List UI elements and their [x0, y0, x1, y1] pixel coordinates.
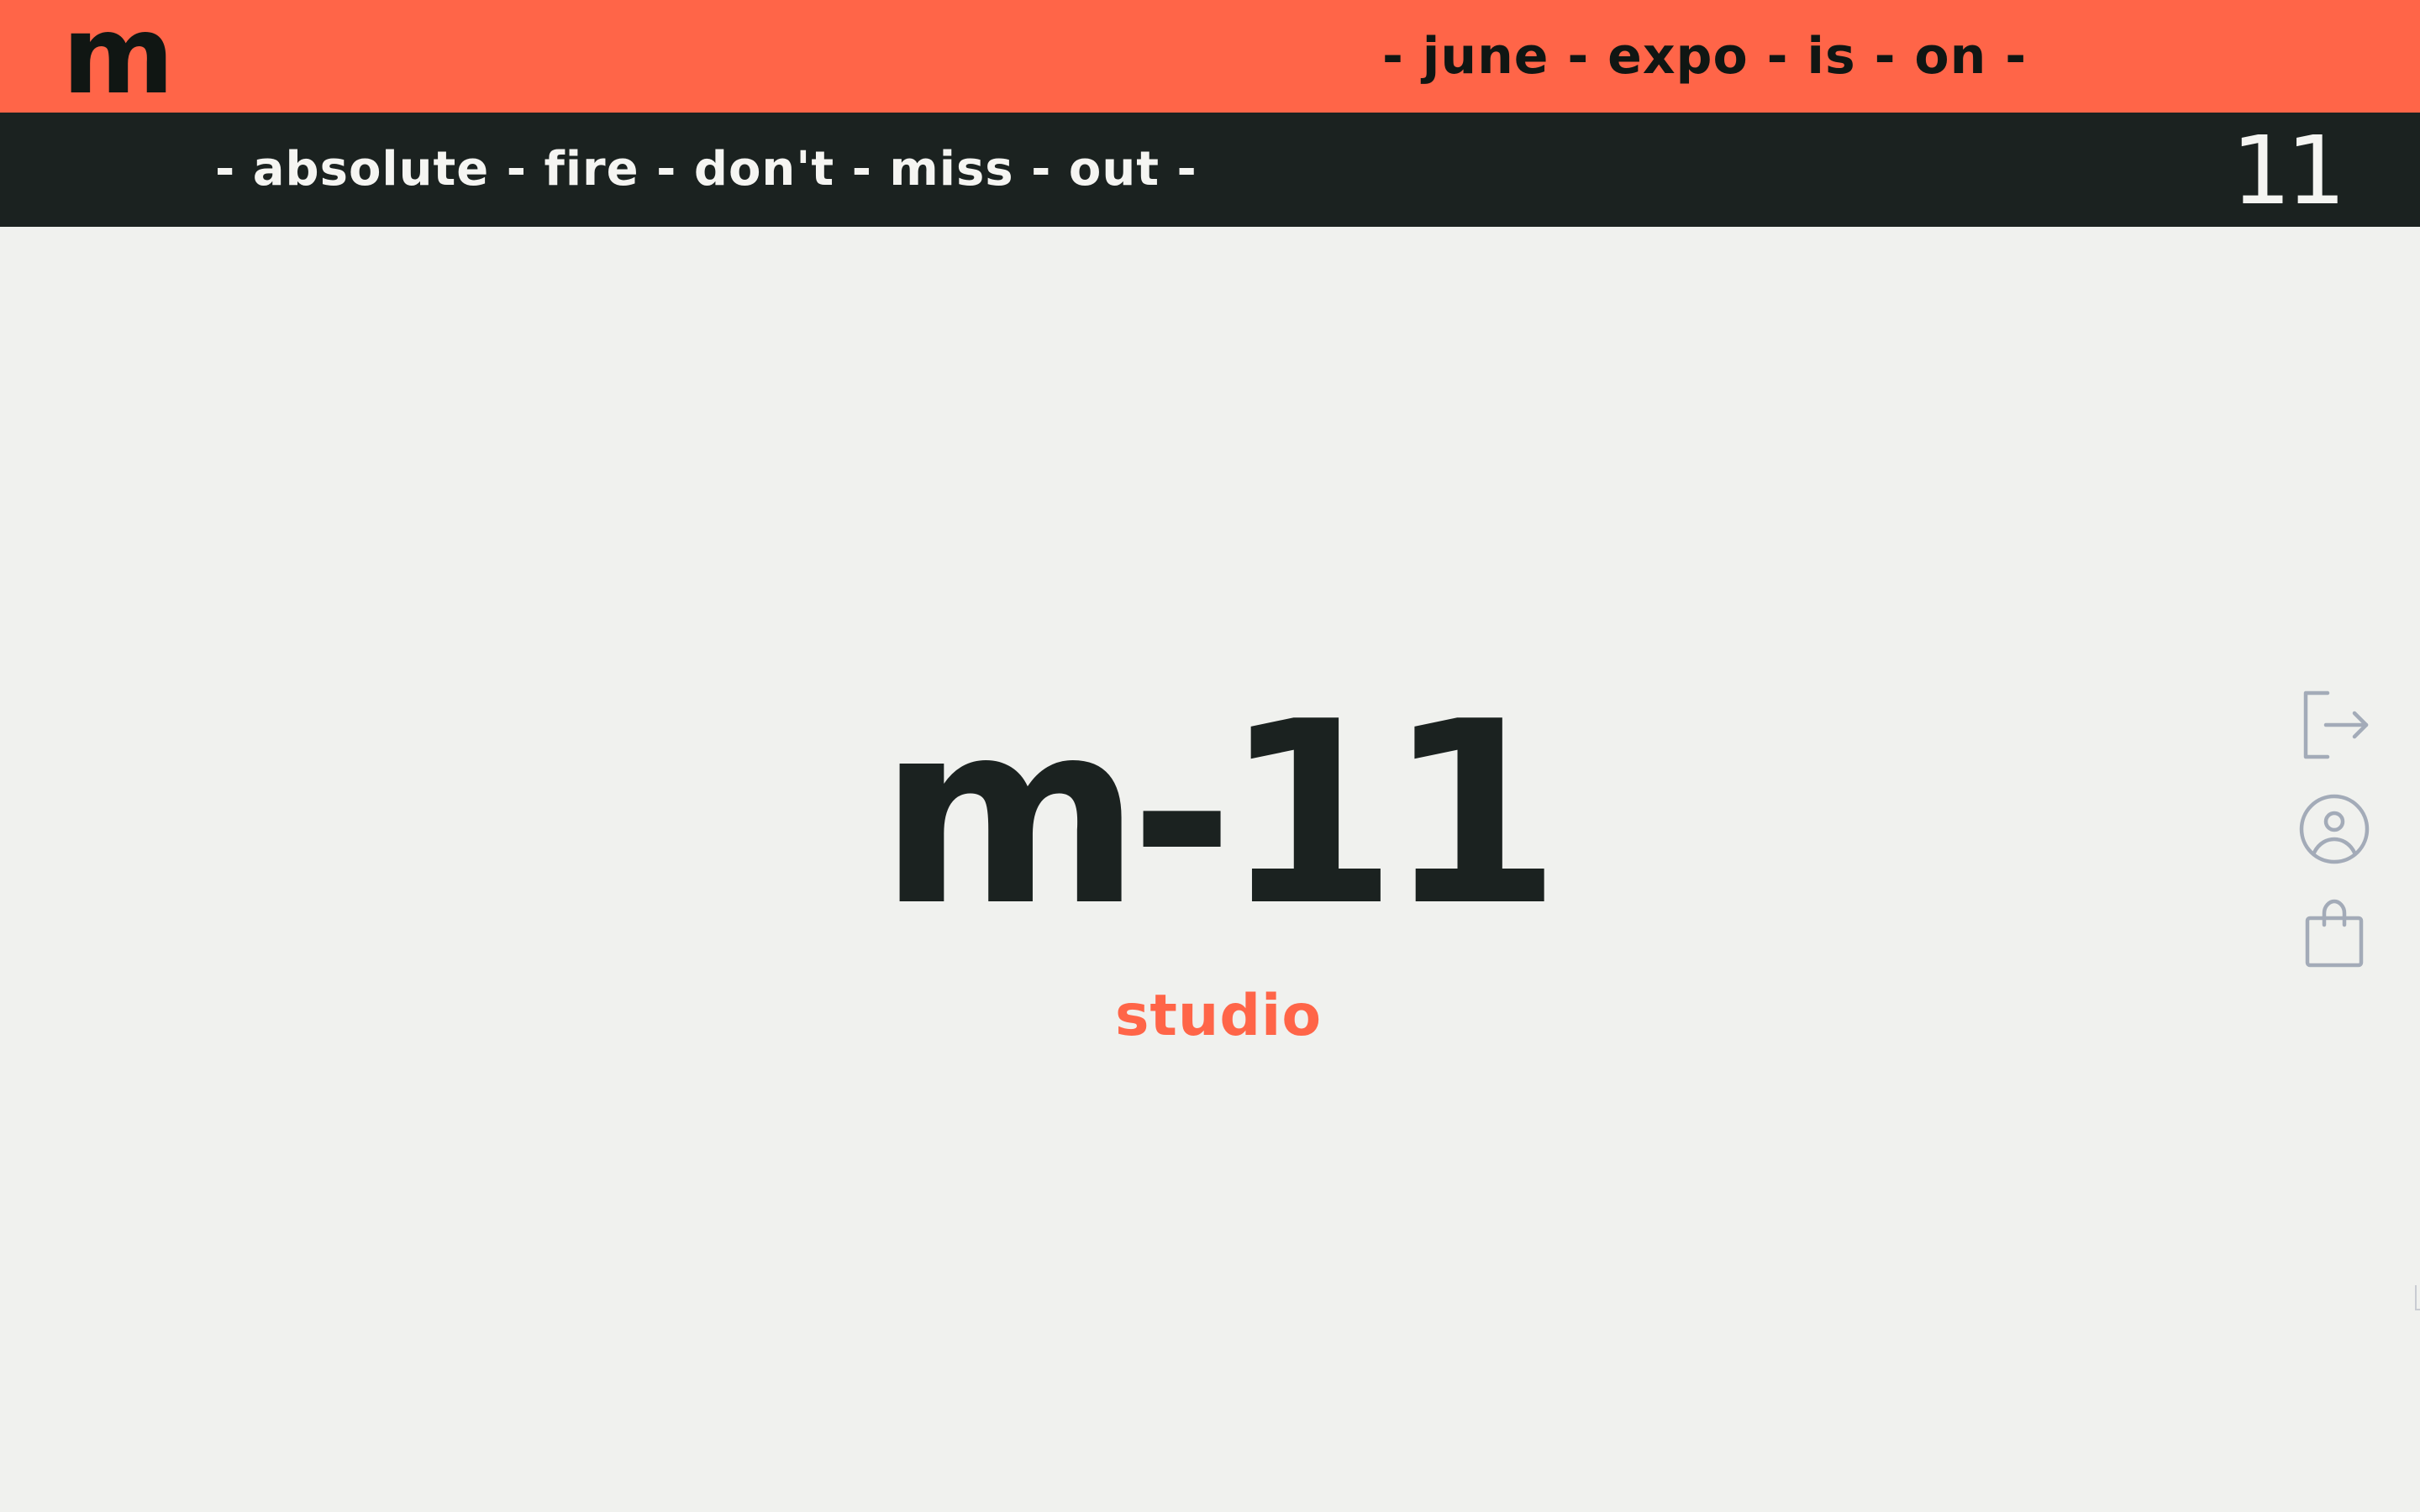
counter-number: 11 — [2231, 117, 2345, 226]
ticker-bottom-text: - absolute - fire - don't - miss - out - — [215, 142, 1197, 197]
scroll-edge-marker — [2415, 1285, 2420, 1310]
side-nav — [2294, 685, 2375, 997]
ticker-bar: - absolute - fire - don't - miss - out -… — [0, 113, 2420, 227]
announcement-bar: m - june - expo - is - on - — [0, 0, 2420, 113]
site-logo[interactable]: m — [62, 0, 174, 113]
hero-title: m-11 — [878, 668, 1562, 961]
ticker-top-text: - june - expo - is - on - — [1382, 27, 2028, 86]
user-account-icon[interactable] — [2294, 789, 2375, 869]
logout-icon[interactable] — [2294, 685, 2375, 765]
hero-subtitle: studio — [1114, 983, 1323, 1049]
shopping-bag-icon[interactable] — [2294, 893, 2375, 974]
